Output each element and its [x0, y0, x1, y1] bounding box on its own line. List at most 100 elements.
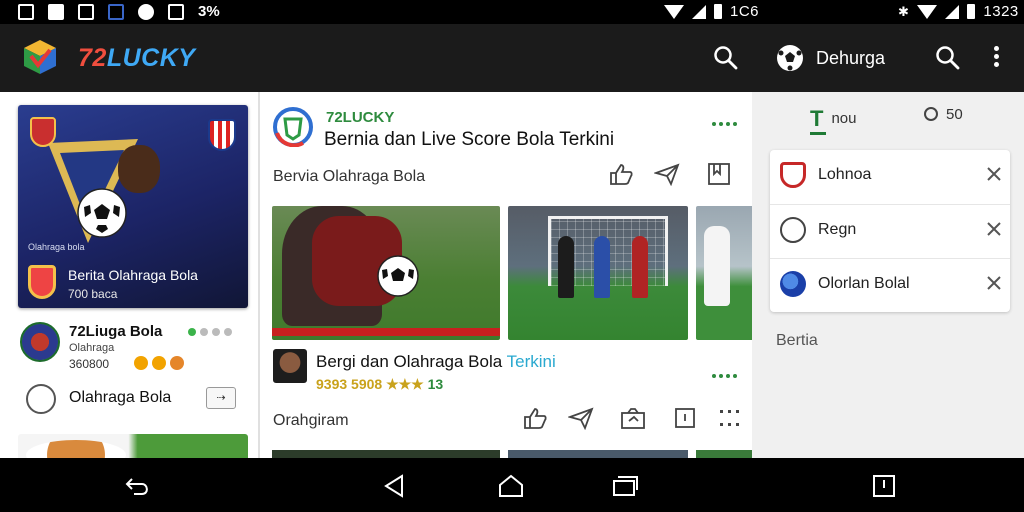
undo-icon[interactable]	[124, 473, 152, 499]
screen: 3% 1C6 ✱ 1323 72LUCKY Olahraga bola Beri…	[0, 0, 1024, 512]
wifi-icon	[917, 4, 938, 19]
football-icon	[777, 45, 803, 71]
player-image	[118, 145, 160, 193]
globe-icon	[780, 271, 806, 297]
list-item-title: 72Liuga Bola	[69, 323, 163, 340]
battery-icon	[714, 4, 722, 19]
club-crest-icon	[28, 265, 56, 299]
tab-trending[interactable]: Tnou	[810, 106, 856, 132]
reaction-icon	[134, 356, 148, 370]
close-icon[interactable]	[984, 219, 1004, 239]
player-image	[558, 236, 574, 298]
keyboard-icon[interactable]	[870, 473, 898, 499]
card-thumbnail[interactable]	[18, 434, 248, 458]
list-item-count: 360800	[69, 357, 110, 371]
reaction-icon	[152, 356, 166, 370]
search-icon[interactable]	[712, 44, 740, 72]
kebab-menu-icon[interactable]	[992, 46, 1000, 70]
flag-icon	[108, 3, 124, 20]
chat-icon	[138, 3, 154, 20]
clipboard-icon	[168, 3, 184, 20]
club-badge-icon	[208, 119, 236, 151]
panel-title: Dehurga	[816, 48, 886, 68]
featured-caption: Olahraga bola	[28, 242, 85, 252]
channel-avatar[interactable]	[273, 107, 313, 147]
post-category: Bervia Olahraga Bola	[273, 168, 426, 185]
post-image[interactable]	[696, 206, 752, 340]
signal-icon	[945, 4, 960, 19]
left-column: Olahraga bola Berita Olahraga Bola 700 b…	[0, 92, 258, 458]
food-image	[26, 440, 126, 458]
like-icon[interactable]	[522, 406, 548, 430]
author-avatar[interactable]	[273, 349, 307, 383]
player-image	[704, 226, 730, 306]
followed-item-label: Olorlan Bolal	[818, 275, 910, 292]
club-crest-icon	[780, 162, 806, 188]
mail-icon	[78, 3, 94, 20]
featured-card[interactable]: Olahraga bola Berita Olahraga Bola 700 b…	[18, 105, 248, 308]
refresh-icon	[924, 107, 938, 121]
notification-icon	[18, 3, 34, 20]
featured-title: Berita Olahraga Bola	[68, 267, 198, 283]
followed-list: Lohnoa Regn Olorlan Bolal	[770, 150, 1010, 312]
post-image[interactable]	[508, 206, 688, 340]
save-icon[interactable]	[672, 406, 698, 430]
status-bar: 3% 1C6 ✱ 1323	[0, 0, 1024, 24]
panel-tabs: Tnou 50	[752, 92, 1024, 138]
more-options-button[interactable]	[712, 122, 737, 126]
post-author[interactable]: 72LUCKY	[326, 109, 394, 126]
pitch-line	[272, 328, 500, 336]
feed-content: Olahraga bola Berita Olahraga Bola 700 b…	[0, 92, 752, 458]
list-item[interactable]: 72Liuga Bola Olahraga 360800	[18, 320, 250, 378]
section-heading: Bertia	[776, 332, 818, 349]
more-options-button[interactable]	[712, 374, 737, 378]
share-icon[interactable]	[568, 406, 594, 430]
image-icon	[48, 3, 64, 20]
player-image	[594, 236, 610, 298]
status-clock: 1323	[983, 3, 1019, 20]
search-icon[interactable]	[934, 44, 962, 72]
signal-icon	[692, 4, 706, 19]
close-icon[interactable]	[984, 273, 1004, 293]
followed-item-label: Regn	[818, 221, 857, 238]
home-icon[interactable]	[497, 473, 525, 499]
avatar	[20, 322, 60, 362]
battery-percent: 3%	[198, 3, 220, 20]
back-icon[interactable]	[380, 473, 408, 499]
list-item[interactable]: Olahraga Bola ⇢	[18, 382, 250, 418]
post-category: Orahgiram	[273, 412, 349, 429]
share-icon[interactable]	[654, 162, 680, 186]
post-image[interactable]	[272, 206, 500, 340]
grid-icon[interactable]	[716, 406, 742, 430]
post-image[interactable]	[272, 450, 500, 458]
tab-refresh[interactable]: 50	[924, 106, 963, 123]
list-item-title: Olahraga Bola	[69, 389, 172, 406]
football-icon	[780, 217, 806, 243]
like-icon[interactable]	[608, 162, 634, 186]
followed-item[interactable]: Regn	[770, 204, 1010, 258]
share-button[interactable]: ⇢	[206, 387, 236, 409]
repost-icon[interactable]	[620, 406, 646, 430]
app-logo-icon	[24, 40, 56, 74]
app-bar: 72LUCKY	[0, 24, 752, 92]
brand-logo-text: 72LUCKY	[78, 44, 196, 72]
reaction-icon	[170, 356, 184, 370]
post-image[interactable]	[508, 450, 688, 458]
recent-apps-icon[interactable]	[611, 473, 639, 499]
club-badge-icon	[30, 117, 56, 147]
active-tab-indicator	[810, 132, 826, 135]
close-icon[interactable]	[984, 164, 1004, 184]
status-dots	[188, 328, 232, 336]
bookmark-icon[interactable]	[706, 162, 732, 186]
battery-icon	[967, 4, 976, 19]
status-time: 1C6	[730, 3, 760, 20]
followed-item[interactable]: Olorlan Bolal	[770, 258, 1010, 312]
followed-item[interactable]: Lohnoa	[770, 150, 1010, 204]
post-title[interactable]: Bergi dan Olahraga Bola Terkini	[316, 352, 556, 372]
featured-subtitle: 700 baca	[68, 287, 118, 301]
post-image[interactable]	[696, 450, 752, 458]
post-title[interactable]: Bernia dan Live Score Bola Terkini	[324, 129, 614, 151]
bluetooth-icon: ✱	[898, 3, 910, 19]
navigation-bar	[0, 458, 1024, 512]
side-panel: Tnou 50 Lohnoa Regn Olorlan Bolal Bertia	[752, 92, 1024, 458]
